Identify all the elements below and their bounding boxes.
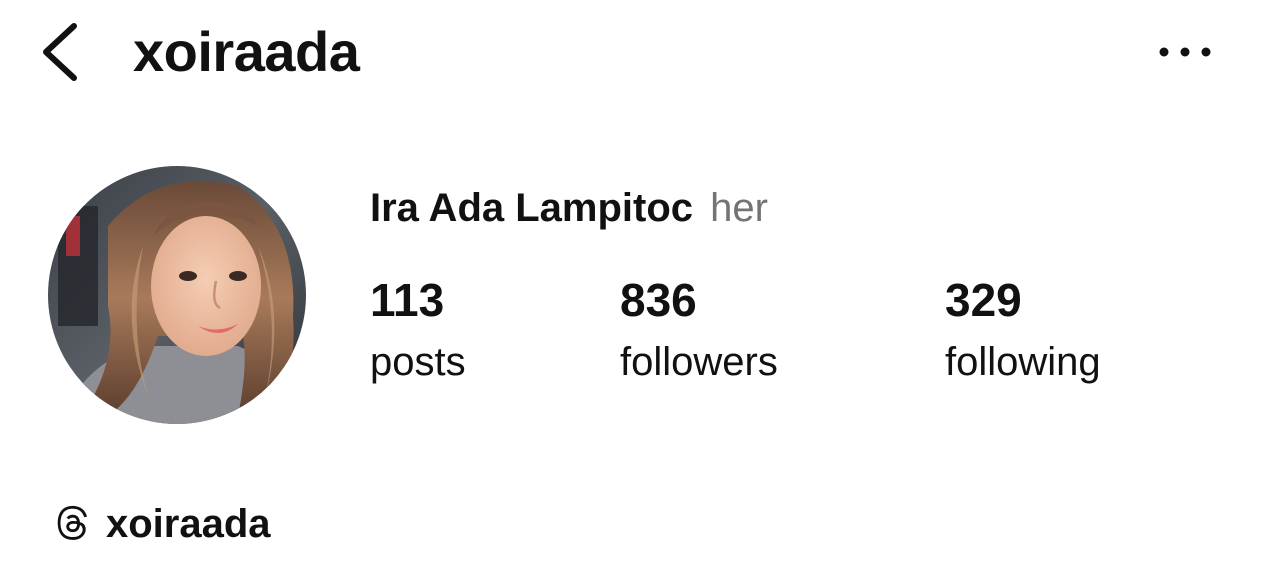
threads-handle: xoiraada	[106, 502, 271, 546]
pronouns: her	[710, 186, 768, 230]
chevron-left-icon	[43, 23, 77, 81]
posts-stat[interactable]: 113 posts	[370, 270, 466, 388]
profile-photo	[48, 166, 306, 424]
threads-icon	[57, 505, 87, 540]
following-label: following	[945, 340, 1101, 384]
display-name: Ira Ada Lampitoc	[370, 186, 694, 230]
followers-count: 836	[620, 274, 697, 326]
page-title: xoiraada	[133, 20, 360, 83]
profile-page: xoiraada Ira Ada Lampitoc her 113 posts …	[0, 0, 1280, 578]
following-stat[interactable]: 329 following	[945, 270, 1101, 388]
following-count: 329	[945, 274, 1022, 326]
threads-profile-link[interactable]: xoiraada	[50, 496, 271, 552]
back-button[interactable]	[34, 14, 90, 86]
followers-stat[interactable]: 836 followers	[620, 270, 778, 388]
more-options-button[interactable]	[1150, 26, 1220, 76]
avatar[interactable]	[48, 166, 306, 424]
posts-count: 113	[370, 274, 445, 326]
more-horizontal-icon	[1159, 47, 1211, 57]
profile-name: Ira Ada Lampitoc her	[370, 182, 768, 234]
profile-header: xoiraada	[0, 0, 1280, 110]
posts-label: posts	[370, 340, 466, 384]
followers-label: followers	[620, 340, 778, 384]
